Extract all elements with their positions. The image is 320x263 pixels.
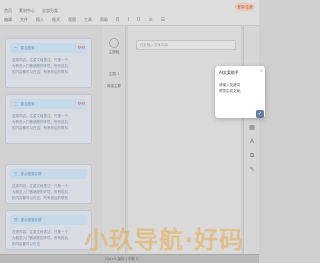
card-index: 三 xyxy=(14,171,18,176)
pen-icon[interactable]: ✎ xyxy=(248,166,256,174)
card-body: 这类内容，注重文段表达，只是一个 为概念入门做铺垫的环境，所有前后 的内容都可以… xyxy=(6,225,91,251)
italic-icon[interactable]: I xyxy=(127,17,128,23)
link-icon[interactable]: ⚯ xyxy=(78,43,88,53)
close-icon[interactable]: × xyxy=(260,68,263,73)
card-index: 四 xyxy=(14,217,18,222)
card-header: 二 重点段落 xyxy=(10,99,87,109)
menu-item-tools[interactable]: 工具 xyxy=(84,17,92,23)
popup-text: 请输入关键词 帮您生成文案。 xyxy=(219,83,261,94)
card-title: 重点段落标题 xyxy=(20,217,42,222)
card-body: 这类内容，注重文段表达，只是一个 为概念入门做铺垫的环境，所有前后 的内容都可以… xyxy=(6,179,91,205)
card-body: 这类内容，注重文段表达，只是一个 为概念入门做铺垫的环境，所有前后 的内容都可以… xyxy=(6,53,91,79)
card-header: 四 重点段落标题 xyxy=(10,215,87,225)
popup-title: AI文案助手 xyxy=(219,70,239,75)
menu-row-bottom: 编辑 文件 插入 格式 视图 工具 帮助 B I U ≡ ☰ xyxy=(4,17,165,23)
side-item-new-theme[interactable]: 新建主题 xyxy=(105,84,123,89)
card-line: 的内容都可以在这，所有前后的联系 xyxy=(12,196,68,200)
menu-item-format[interactable]: 格式 xyxy=(52,17,60,23)
card-title: 重点段落标题 xyxy=(20,171,42,176)
card-header: 一 重点段落 xyxy=(10,43,87,53)
card-line: 的内容都可以在这 xyxy=(12,242,40,246)
menu-item-edit[interactable]: 编辑 xyxy=(4,17,12,23)
align-icon[interactable]: ≡ xyxy=(149,17,153,23)
card-header: 三 重点段落标题 xyxy=(10,169,87,179)
menu-row-top: 首页 素材中心 全部分类 xyxy=(4,8,58,14)
menu-item-materials[interactable]: 素材中心 xyxy=(19,8,35,14)
menu-item-help[interactable]: 帮助 xyxy=(100,17,108,23)
right-toolbar: ⭳ ▦ A ⧉ ✎ xyxy=(243,26,259,254)
card-title: 重点段落 xyxy=(20,45,35,50)
menu-item-file[interactable]: 文件 xyxy=(20,17,28,23)
card-title: 重点段落 xyxy=(20,101,35,106)
card-body: 这类内容，注重文段表达，只是一个 为概念入门做铺垫的环境，所有前后 的内容都可以… xyxy=(6,109,91,135)
watermark: 小玖导航·好码 xyxy=(84,226,245,254)
card-line: 的内容都可以在这，所有前后的联系 xyxy=(12,70,68,74)
font-icon[interactable]: A xyxy=(248,138,256,146)
editor-area[interactable]: 在此输入文本内容 xyxy=(128,26,241,254)
menu-item-view[interactable]: 视图 xyxy=(68,17,76,23)
avatar-label: 主题稿 xyxy=(108,50,120,54)
popup-line: 帮您生成文案。 xyxy=(219,88,244,93)
content-card[interactable]: 一 重点段落 ⚯ 这类内容，注重文段表达，只是一个 为概念入门做铺垫的环境，所有… xyxy=(5,38,92,88)
card-index: 二 xyxy=(14,101,18,106)
menu-item-categories[interactable]: 全部分类 xyxy=(42,8,58,14)
menu-item-home[interactable]: 首页 xyxy=(4,8,12,14)
bold-icon[interactable]: B xyxy=(116,17,119,23)
card-index: 一 xyxy=(14,45,18,50)
left-panel: 一 重点段落 ⚯ 这类内容，注重文段表达，只是一个 为概念入门做铺垫的环境，所有… xyxy=(0,26,100,254)
copy-icon[interactable]: ⧉ xyxy=(248,152,256,160)
content-card[interactable]: 二 重点段落 ⚯ 这类内容，注重文段表达，只是一个 为概念入门做铺垫的环境，所有… xyxy=(5,94,92,144)
menubar: 首页 素材中心 全部分类 编辑 文件 插入 格式 视图 工具 帮助 B I U … xyxy=(0,0,259,26)
link-icon[interactable]: ⚯ xyxy=(78,99,88,109)
content-card[interactable]: 四 重点段落标题 这类内容，注重文段表达，只是一个 为概念入门做铺垫的环境，所有… xyxy=(5,210,92,250)
login-badge[interactable]: 登录/注册 xyxy=(235,3,255,11)
list-icon[interactable]: ☰ xyxy=(161,17,165,23)
card-line: 的内容都可以在这，所有前后的联系 xyxy=(12,126,68,130)
underline-icon[interactable]: U xyxy=(137,17,141,23)
editor-input[interactable]: 在此输入文本内容 xyxy=(136,40,236,50)
avatar[interactable] xyxy=(109,38,119,48)
confirm-button[interactable]: ✓ xyxy=(256,110,264,118)
image-icon[interactable]: ▦ xyxy=(248,124,256,132)
side-item-theme-1[interactable]: 主题 1 xyxy=(105,72,123,77)
content-card[interactable]: 三 重点段落标题 这类内容，注重文段表达，只是一个 为概念入门做铺垫的环境，所有… xyxy=(5,164,92,204)
menu-item-insert[interactable]: 插入 xyxy=(36,17,44,23)
ai-assistant-popup: × AI文案助手 请输入关键词 帮您生成文案。 ✓ xyxy=(215,66,265,118)
middle-column: 主题稿 主题 1 新建主题 xyxy=(102,26,126,254)
